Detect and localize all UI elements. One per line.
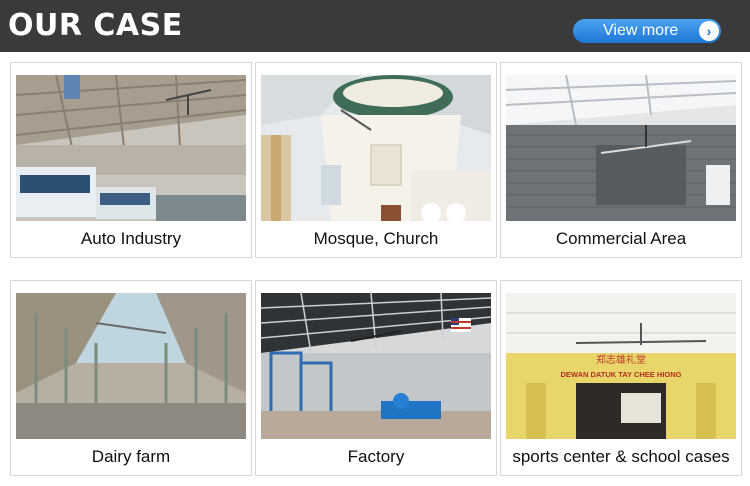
factory-photo [261, 293, 491, 439]
case-label: Mosque, Church [313, 229, 439, 248]
hall-sign-chinese: 郑志雄礼堂 [596, 353, 646, 366]
dairy-farm-photo [16, 293, 246, 439]
chevron-right-icon: › [699, 21, 719, 41]
case-label: Factory [347, 447, 405, 466]
case-card-sports-school[interactable]: 郑志雄礼堂 DEWAN DATUK TAY CHEE HIONG sports … [500, 280, 742, 476]
case-label: Dairy farm [91, 447, 171, 466]
case-label: sports center & school cases [512, 447, 730, 466]
sports-school-photo: 郑志雄礼堂 DEWAN DATUK TAY CHEE HIONG [506, 293, 736, 439]
hall-sign-latin: DEWAN DATUK TAY CHEE HIONG [561, 370, 682, 379]
case-label: Auto Industry [80, 229, 182, 248]
mosque-church-photo [261, 75, 491, 221]
auto-industry-photo [16, 75, 246, 221]
case-card-dairy-farm[interactable]: Dairy farm [10, 280, 252, 476]
case-label: Commercial Area [555, 229, 687, 248]
case-card-mosque-church[interactable]: Mosque, Church [255, 62, 497, 258]
section-title: OUR CASE [8, 8, 183, 43]
view-more-button[interactable]: View more › [573, 19, 721, 43]
view-more-label: View more [603, 22, 679, 39]
case-card-factory[interactable]: Factory [255, 280, 497, 476]
commercial-area-photo [506, 75, 736, 221]
case-card-auto-industry[interactable]: Auto Industry [10, 62, 252, 258]
section-header: OUR CASE View more › [0, 0, 750, 52]
case-card-commercial-area[interactable]: Commercial Area [500, 62, 742, 258]
